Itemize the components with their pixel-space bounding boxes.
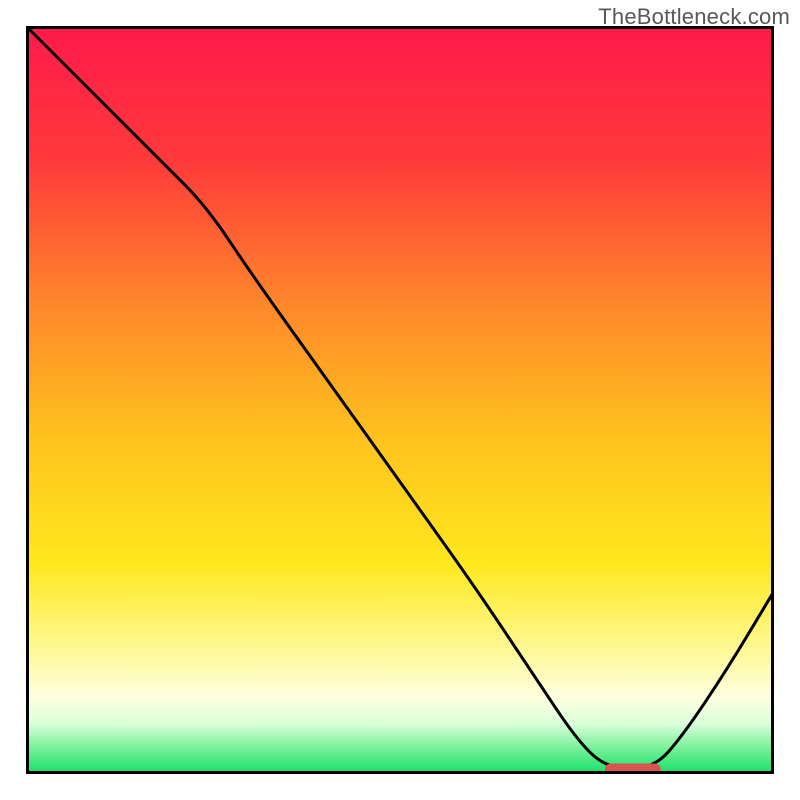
watermark-label: TheBottleneck.com <box>598 4 790 30</box>
plot-area <box>26 26 774 774</box>
chart-container: TheBottleneck.com <box>0 0 800 800</box>
plot-svg <box>26 26 774 774</box>
